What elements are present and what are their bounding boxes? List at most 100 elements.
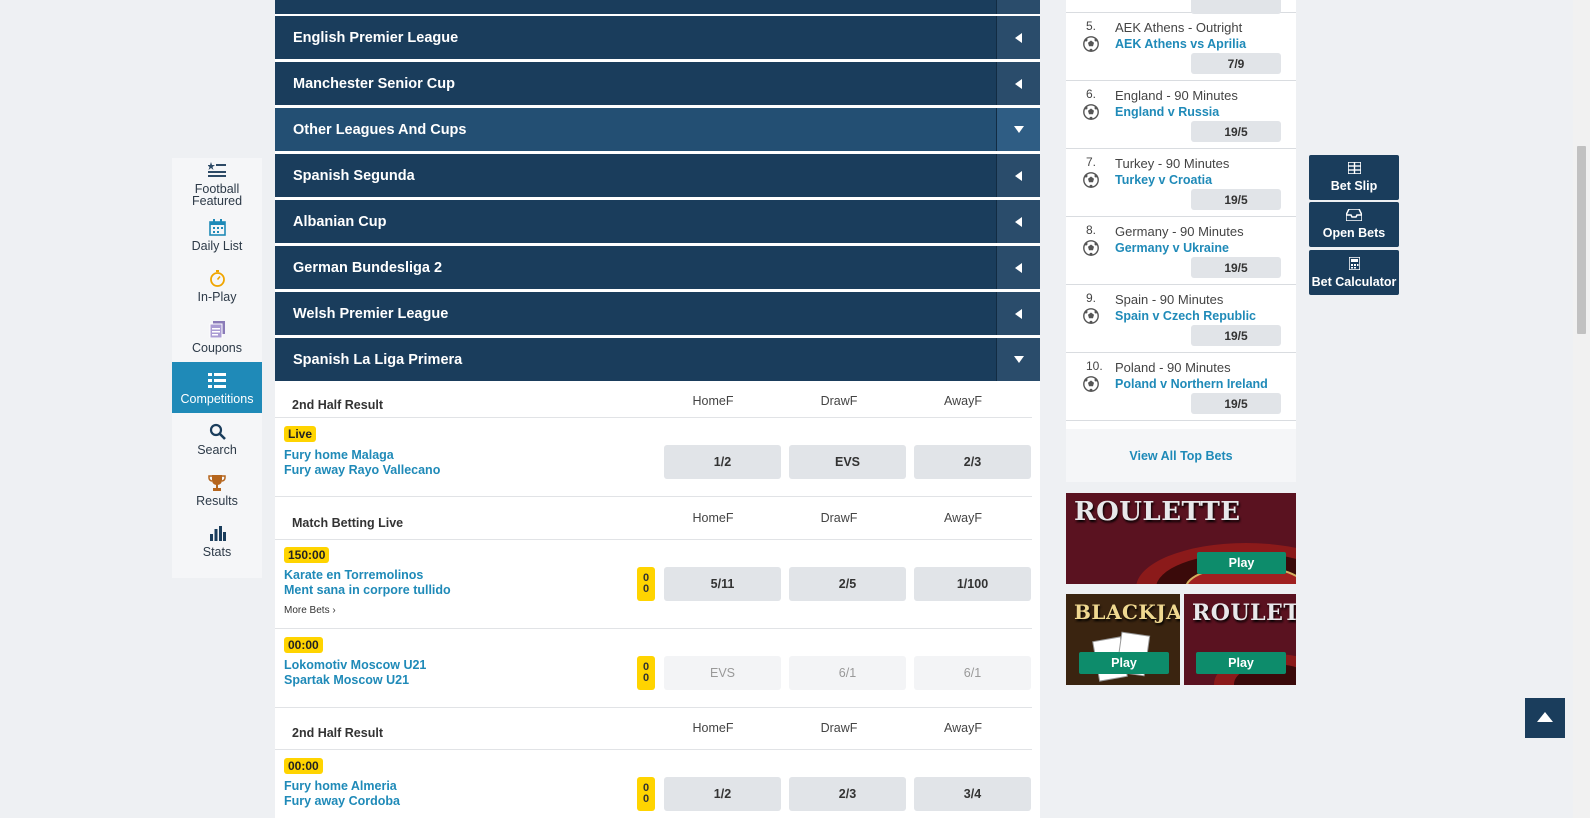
event-link[interactable]: Germany v Ukraine: [1115, 241, 1229, 255]
odds-button-home[interactable]: 5/11: [664, 567, 781, 601]
home-team-link[interactable]: Fury home Almeria: [284, 779, 397, 793]
league-bar[interactable]: Manchester Senior Cup: [275, 62, 1040, 105]
top-bet-row: 9. Spain - 90 Minutes Spain v Czech Repu…: [1066, 285, 1296, 353]
league-bar[interactable]: Other Leagues And Cups: [275, 108, 1040, 151]
odds-button-home[interactable]: 1/2: [664, 445, 781, 479]
nav-in-play[interactable]: In-Play: [172, 260, 262, 311]
league-bar[interactable]: German Bundesliga 2: [275, 246, 1040, 289]
play-button[interactable]: Play: [1196, 652, 1286, 674]
away-team-link[interactable]: Fury away Rayo Vallecano: [284, 463, 440, 477]
event-link[interactable]: Turkey v Croatia: [1115, 173, 1212, 187]
odds-button-draw[interactable]: 6/1: [789, 656, 906, 690]
open-bets-button[interactable]: Open Bets: [1309, 202, 1399, 247]
price-button[interactable]: 19/5: [1191, 121, 1281, 142]
caret-left-icon[interactable]: [996, 16, 1040, 59]
column-header: HomeF: [692, 721, 734, 735]
banner-title: BLACKJAC: [1074, 600, 1180, 624]
home-team-link[interactable]: Lokomotiv Moscow U21: [284, 658, 426, 672]
market-name: Spain - 90 Minutes: [1115, 292, 1224, 307]
league-name: Spanish Segunda: [293, 167, 415, 184]
caret-down-icon[interactable]: [996, 338, 1040, 381]
league-bar[interactable]: Albanian Cup: [275, 200, 1040, 243]
market-name: Turkey - 90 Minutes: [1115, 156, 1230, 171]
nav-label: Daily List: [191, 239, 243, 253]
event-link[interactable]: Spain v Czech Republic: [1115, 309, 1256, 323]
roulette-small-banner[interactable]: ROULETTE Play: [1184, 594, 1296, 685]
away-team-link[interactable]: Ment sana in corpore tullido: [284, 583, 451, 597]
league-bar[interactable]: Spanish La Liga Primera: [275, 338, 1040, 381]
caret-left-icon[interactable]: [996, 246, 1040, 289]
market-section: 2nd Half Result HomeF DrawF AwayF Live F…: [275, 384, 1040, 497]
odds-button-home[interactable]: 1/2: [664, 777, 781, 811]
away-team-link[interactable]: Spartak Moscow U21: [284, 673, 409, 687]
league-bar[interactable]: Welsh Premier League: [275, 292, 1040, 335]
rank-number: 5.: [1086, 19, 1097, 33]
event-link[interactable]: England v Russia: [1115, 105, 1219, 119]
caret-left-icon[interactable]: [996, 154, 1040, 197]
nav-daily-list[interactable]: Daily List: [172, 209, 262, 260]
nav-label: Results: [196, 494, 238, 508]
price-button[interactable]: 7/9: [1191, 53, 1281, 74]
scroll-to-top-button[interactable]: [1525, 698, 1565, 738]
odds-button-home[interactable]: EVS: [664, 656, 781, 690]
price-button[interactable]: 19/5: [1191, 257, 1281, 278]
odds-button-away[interactable]: 3/4: [914, 777, 1031, 811]
nav-label: Coupons: [191, 341, 243, 355]
play-button[interactable]: Play: [1197, 552, 1286, 574]
away-team-link[interactable]: Fury away Cordoba: [284, 794, 400, 808]
top-bet-row: 6. England - 90 Minutes England v Russia…: [1066, 81, 1296, 149]
rank-number: 10.: [1086, 359, 1103, 373]
event-link[interactable]: Poland v Northern Ireland: [1115, 377, 1268, 391]
odds-button-draw[interactable]: 2/5: [789, 567, 906, 601]
view-all-top-bets-link[interactable]: View All Top Bets: [1066, 429, 1296, 482]
league-name: Spanish La Liga Primera: [293, 351, 463, 368]
market-name: Poland - 90 Minutes: [1115, 360, 1231, 375]
blackjack-banner[interactable]: BLACKJAC Play: [1066, 594, 1180, 685]
caret-left-icon[interactable]: [996, 200, 1040, 243]
roulette-banner[interactable]: ROULETTE Play: [1066, 493, 1296, 584]
nav-label: In-Play: [197, 290, 237, 304]
odds-button-draw[interactable]: 2/3: [789, 777, 906, 811]
search-icon: [209, 421, 226, 441]
bet-slip-icon: [1346, 161, 1362, 177]
nav-label: Search: [197, 443, 237, 457]
price-button[interactable]: 19/5: [1191, 325, 1281, 346]
home-team-link[interactable]: Fury home Malaga: [284, 448, 394, 462]
price-button[interactable]: 19/5: [1191, 189, 1281, 210]
price-button-partial[interactable]: [1191, 0, 1281, 14]
nav-coupons[interactable]: Coupons: [172, 311, 262, 362]
stats-icon: [209, 523, 226, 543]
football-icon: [1083, 104, 1099, 125]
event-link[interactable]: AEK Athens vs Aprilia: [1115, 37, 1246, 51]
nav-search[interactable]: Search: [172, 413, 262, 464]
banner-title: ROULETTE: [1074, 497, 1241, 527]
nav-stats[interactable]: Stats: [172, 515, 262, 566]
caret-down-icon[interactable]: [996, 108, 1040, 151]
odds-button-away[interactable]: 6/1: [914, 656, 1031, 690]
caret-left-icon[interactable]: [996, 62, 1040, 105]
home-team-link[interactable]: Karate en Torremolinos: [284, 568, 423, 582]
league-bar[interactable]: English Premier League: [275, 16, 1040, 59]
price-button[interactable]: 19/5: [1191, 393, 1281, 414]
league-bar-partial[interactable]: [275, 0, 1040, 14]
calendar-icon: [208, 217, 226, 237]
column-header: HomeF: [692, 511, 734, 525]
trophy-icon: [208, 472, 226, 492]
bet-calculator-button[interactable]: Bet Calculator: [1309, 250, 1399, 295]
scrollbar-thumb[interactable]: [1577, 146, 1586, 334]
nav-competitions[interactable]: Competitions: [172, 362, 262, 413]
page-scrollbar[interactable]: [1573, 0, 1590, 818]
odds-button-away[interactable]: 1/100: [914, 567, 1031, 601]
more-bets-link[interactable]: More Bets ›: [284, 605, 336, 616]
bet-slip-button[interactable]: Bet Slip: [1309, 155, 1399, 200]
league-bar[interactable]: Spanish Segunda: [275, 154, 1040, 197]
football-icon: [1083, 240, 1099, 261]
play-button[interactable]: Play: [1079, 652, 1169, 674]
column-header: DrawF: [820, 721, 858, 735]
caret-left-icon[interactable]: [996, 292, 1040, 335]
nav-label: Stats: [202, 545, 232, 559]
odds-button-away[interactable]: 2/3: [914, 445, 1031, 479]
nav-results[interactable]: Results: [172, 464, 262, 515]
nav-football-featured[interactable]: Football Featured: [172, 158, 262, 209]
odds-button-draw[interactable]: EVS: [789, 445, 906, 479]
